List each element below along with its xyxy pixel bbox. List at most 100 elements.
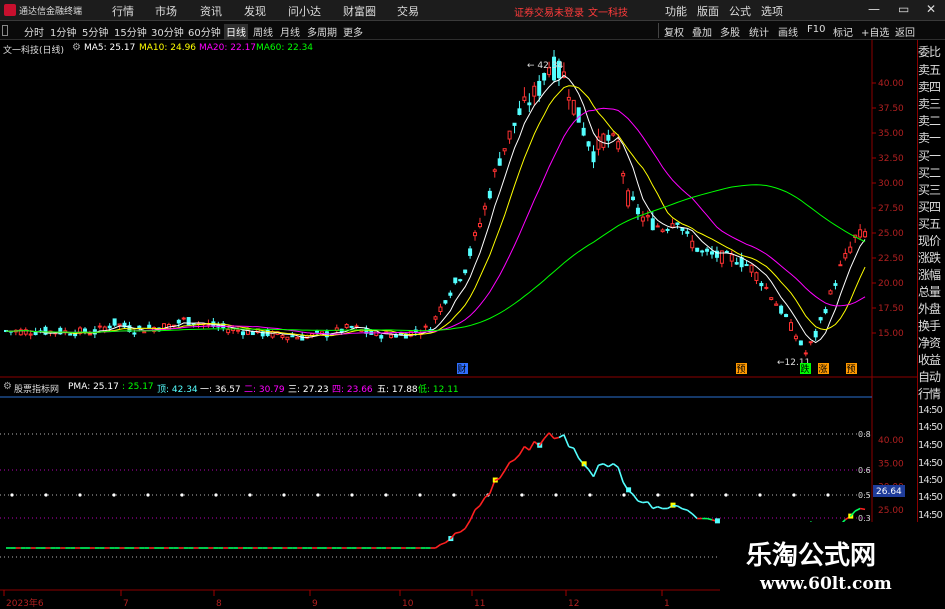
candle-down bbox=[675, 222, 680, 225]
indicator-gear-icon[interactable]: ⚙ bbox=[3, 381, 12, 392]
candle-down bbox=[137, 325, 142, 329]
period-60min[interactable]: 60分钟 bbox=[188, 24, 221, 39]
candle-down bbox=[527, 102, 532, 106]
marker-dot bbox=[520, 493, 524, 497]
candle-down bbox=[349, 325, 354, 328]
layout-button[interactable]: 版面 bbox=[697, 3, 719, 19]
side-tab-9[interactable]: 买四 bbox=[918, 198, 941, 215]
side-tab-18[interactable]: 收益 bbox=[918, 351, 941, 368]
side-tab-4[interactable]: 卖二 bbox=[918, 112, 941, 129]
indicator-line-segment bbox=[499, 470, 506, 479]
mark-button[interactable]: 标记 bbox=[833, 24, 853, 39]
event-marker-label: 财 bbox=[458, 363, 467, 375]
candle-up bbox=[477, 223, 482, 228]
candle-up bbox=[438, 306, 443, 312]
candle-up bbox=[181, 317, 186, 320]
side-tab-22[interactable]: 14:50 bbox=[918, 422, 943, 433]
menu-xiaoda[interactable]: 问小达 bbox=[288, 3, 321, 19]
side-tab-20[interactable]: 行情 bbox=[918, 385, 941, 402]
candle-up bbox=[507, 130, 512, 140]
period-toolbar: 分时 1分钟 5分钟 15分钟 30分钟 60分钟 日线 周线 月线 多周期 更… bbox=[0, 21, 945, 40]
period-15min[interactable]: 15分钟 bbox=[114, 24, 147, 39]
minimize-icon[interactable]: — bbox=[868, 2, 880, 16]
candle-down bbox=[724, 251, 729, 254]
period-weekly[interactable]: 周线 bbox=[253, 24, 273, 39]
formula-button[interactable]: 公式 bbox=[729, 3, 751, 19]
stats-button[interactable]: 统计 bbox=[749, 24, 769, 39]
menu-trade[interactable]: 交易 bbox=[397, 3, 419, 19]
period-daily[interactable]: 日线 bbox=[224, 24, 248, 39]
side-tab-13[interactable]: 涨幅 bbox=[918, 266, 941, 283]
indicator-line-segment bbox=[479, 497, 486, 506]
side-tab-0[interactable]: 委比 bbox=[918, 43, 941, 60]
event-marker-label: 预 bbox=[737, 364, 746, 375]
draw-line-button[interactable]: 画线 bbox=[778, 24, 798, 39]
candle-down bbox=[463, 269, 468, 274]
menu-discover[interactable]: 发现 bbox=[244, 3, 266, 19]
marker-dot bbox=[350, 493, 354, 497]
side-tab-7[interactable]: 买二 bbox=[918, 164, 941, 181]
side-tab-11[interactable]: 现价 bbox=[918, 232, 941, 249]
adjust-button[interactable]: 复权 bbox=[664, 24, 684, 39]
ma5-line bbox=[5, 74, 866, 344]
side-tab-24[interactable]: 14:50 bbox=[918, 458, 943, 469]
side-tab-17[interactable]: 净资 bbox=[918, 334, 941, 351]
candle-up bbox=[354, 325, 359, 328]
back-button[interactable]: 返回 bbox=[895, 24, 915, 39]
layout-toggle-icon[interactable] bbox=[2, 25, 8, 36]
menu-market-quotes[interactable]: 行情 bbox=[112, 3, 134, 19]
period-5min[interactable]: 5分钟 bbox=[82, 24, 108, 39]
menu-news[interactable]: 资讯 bbox=[200, 3, 222, 19]
maximize-icon[interactable]: ▭ bbox=[898, 2, 909, 16]
f10-button[interactable]: F10 bbox=[807, 24, 825, 35]
candle-up bbox=[502, 148, 507, 152]
price-tick-label: 20.00 bbox=[878, 279, 904, 289]
side-tab-15[interactable]: 外盘 bbox=[918, 300, 941, 317]
side-tab-25[interactable]: 14:50 bbox=[918, 475, 943, 486]
close-icon[interactable]: ✕ bbox=[926, 2, 936, 16]
options-button[interactable]: 选项 bbox=[761, 3, 783, 19]
add-watchlist-button[interactable]: +自选 bbox=[861, 24, 889, 39]
marker-dot bbox=[554, 493, 558, 497]
side-tab-12[interactable]: 涨跌 bbox=[918, 249, 941, 266]
settings-gear-icon[interactable]: ⚙ bbox=[72, 42, 81, 53]
period-more[interactable]: 更多 bbox=[343, 24, 363, 39]
side-tab-23[interactable]: 14:50 bbox=[918, 440, 943, 451]
multi-stock-button[interactable]: 多股 bbox=[720, 24, 740, 39]
candle-up bbox=[226, 329, 231, 334]
candle-down bbox=[665, 228, 670, 231]
side-tab-1[interactable]: 卖五 bbox=[918, 61, 941, 78]
side-tab-14[interactable]: 总量 bbox=[918, 283, 941, 300]
candle-down bbox=[398, 333, 403, 336]
side-tab-10[interactable]: 买五 bbox=[918, 215, 941, 232]
date-tick-label: 2023年6 bbox=[6, 597, 44, 609]
candle-up bbox=[97, 325, 102, 328]
marker-dot bbox=[78, 493, 82, 497]
side-tab-27[interactable]: 14:50 bbox=[918, 510, 943, 521]
period-monthly[interactable]: 月线 bbox=[280, 24, 300, 39]
overlay-button[interactable]: 叠加 bbox=[692, 24, 712, 39]
function-button[interactable]: 功能 bbox=[665, 3, 687, 19]
period-1min[interactable]: 1分钟 bbox=[50, 24, 76, 39]
side-tab-16[interactable]: 换手 bbox=[918, 317, 941, 334]
side-tab-19[interactable]: 自动 bbox=[918, 368, 941, 385]
period-30min[interactable]: 30分钟 bbox=[151, 24, 184, 39]
side-tab-6[interactable]: 买一 bbox=[918, 147, 941, 164]
period-tick[interactable]: 分时 bbox=[24, 24, 44, 39]
side-tab-21[interactable]: 14:50 bbox=[918, 405, 943, 416]
side-tab-5[interactable]: 卖一 bbox=[918, 129, 941, 146]
title-bar: 通达信金融终端 行情 市场 资讯 发现 问小达 财富圈 交易 证券交易未登录 文… bbox=[0, 0, 945, 21]
login-warning[interactable]: 证券交易未登录 bbox=[514, 4, 584, 19]
period-multi[interactable]: 多周期 bbox=[307, 24, 337, 39]
line-one-legend: 一: 36.57 bbox=[200, 385, 241, 395]
menu-wealth-circle[interactable]: 财富圈 bbox=[343, 3, 376, 19]
side-tab-8[interactable]: 买三 bbox=[918, 181, 941, 198]
menu-market[interactable]: 市场 bbox=[155, 3, 177, 19]
side-tab-26[interactable]: 14:50 bbox=[918, 492, 943, 503]
candle-up bbox=[492, 169, 497, 172]
candle-down bbox=[635, 207, 640, 215]
side-tab-3[interactable]: 卖三 bbox=[918, 95, 941, 112]
side-tab-2[interactable]: 卖四 bbox=[918, 78, 941, 95]
marker-dot bbox=[418, 493, 422, 497]
candle-up bbox=[621, 172, 626, 177]
